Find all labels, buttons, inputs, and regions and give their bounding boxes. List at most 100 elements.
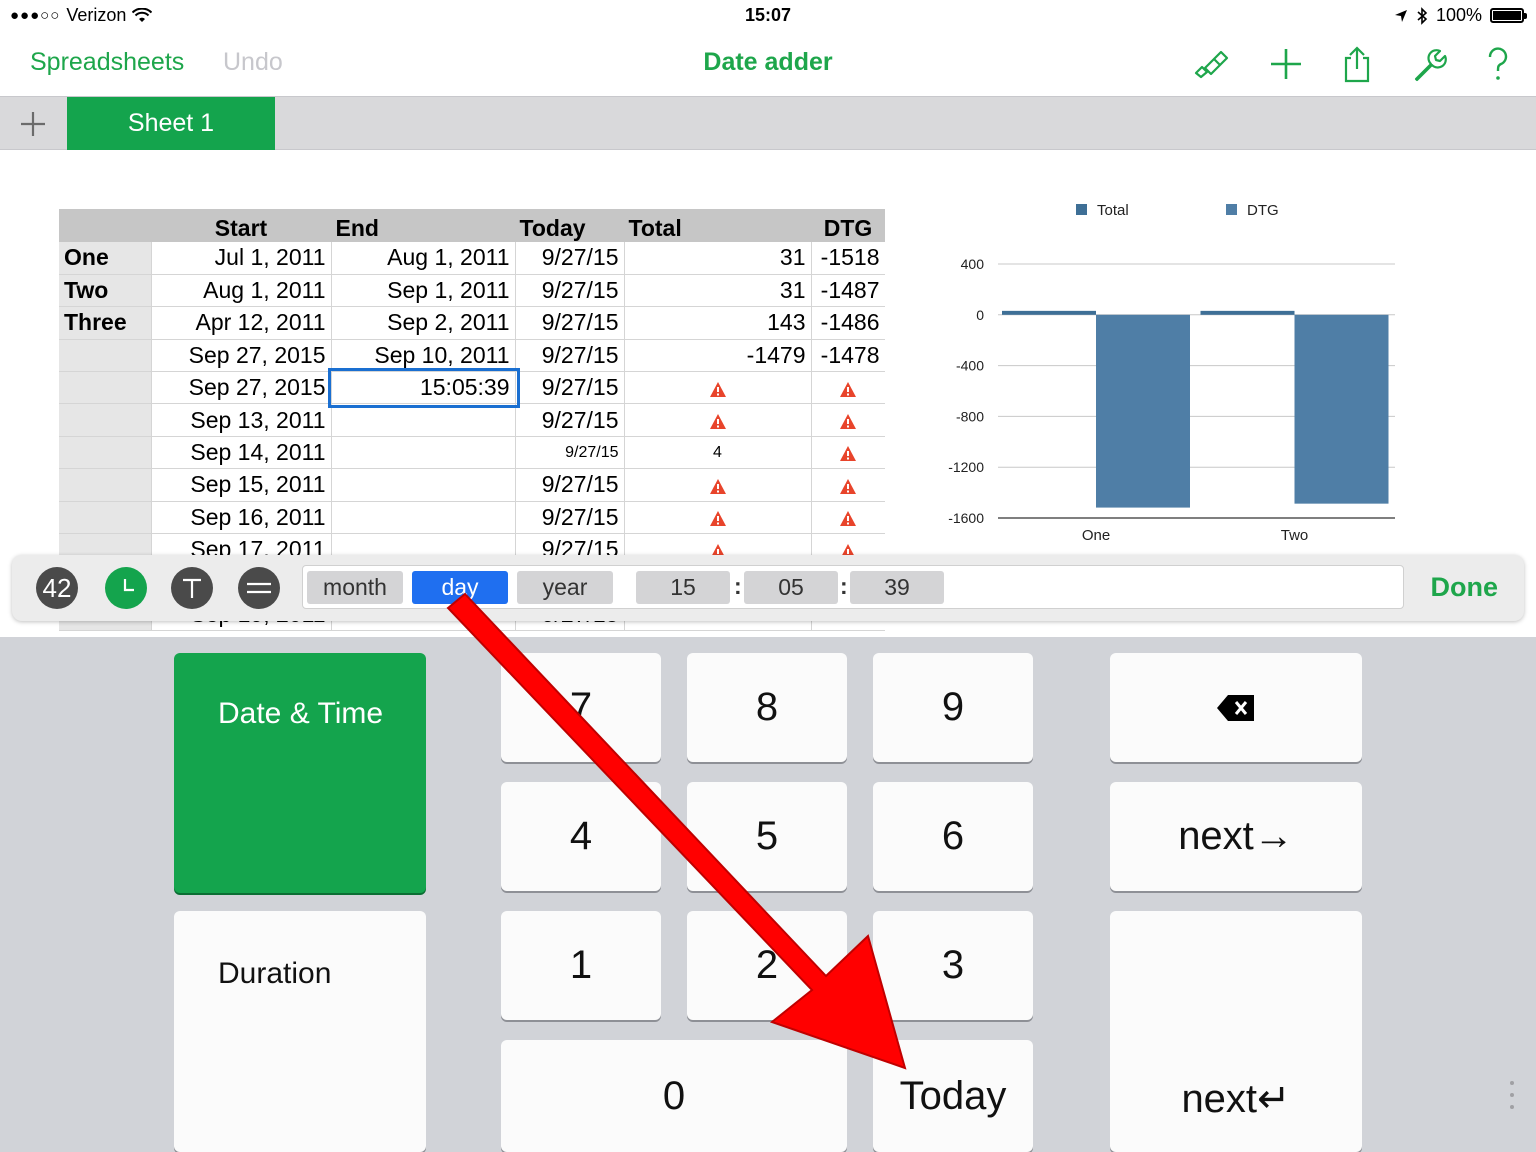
- second-token[interactable]: 39: [850, 571, 944, 604]
- formula-error-cell[interactable]: [624, 501, 812, 535]
- date-time-field[interactable]: month day year 15 : 05 : 39: [302, 565, 1404, 609]
- table-cell[interactable]: 9/27/15: [515, 371, 625, 405]
- table-cell[interactable]: [331, 403, 516, 437]
- formula-error-cell[interactable]: [624, 371, 812, 405]
- table-row[interactable]: Sep 27, 2015 Sep 10, 2011 9/27/15 -1479 -147…: [59, 339, 885, 373]
- formula-error-cell[interactable]: [811, 403, 885, 437]
- row-header-cell[interactable]: Three: [59, 306, 152, 340]
- row-header-cell[interactable]: [59, 436, 152, 470]
- hour-token[interactable]: 15: [636, 571, 730, 604]
- column-header[interactable]: [59, 209, 152, 242]
- row-header-cell[interactable]: [59, 339, 152, 373]
- table-cell[interactable]: -1486: [811, 306, 885, 340]
- bar-chart[interactable]: 400 0 -400 -800 -1200 -1600 One Two Total DTG: [930, 190, 1420, 560]
- today-key[interactable]: Today: [873, 1040, 1033, 1152]
- table-cell[interactable]: Sep 15, 2011: [151, 468, 332, 502]
- table-cell[interactable]: 9/27/15: [515, 306, 625, 340]
- table-cell[interactable]: Sep 14, 2011: [151, 436, 332, 470]
- key-9[interactable]: 9: [873, 653, 1033, 762]
- formula-error-cell[interactable]: [811, 436, 885, 470]
- table-cell[interactable]: 9/27/15: [515, 436, 625, 470]
- key-3[interactable]: 3: [873, 911, 1033, 1020]
- row-header-cell[interactable]: [59, 403, 152, 437]
- table-cell[interactable]: [331, 468, 516, 502]
- help-icon[interactable]: [1478, 44, 1518, 84]
- table-row[interactable]: Two Aug 1, 2011 Sep 1, 2011 9/27/15 31 -1487: [59, 274, 885, 308]
- tab-sheet-1[interactable]: Sheet 1: [67, 97, 275, 150]
- table-cell[interactable]: [331, 436, 516, 470]
- table-cell[interactable]: Sep 2, 2011: [331, 306, 516, 340]
- table-cell[interactable]: Aug 1, 2011: [151, 274, 332, 308]
- next-return-key[interactable]: next↵: [1110, 911, 1362, 1152]
- key-4[interactable]: 4: [501, 782, 661, 891]
- key-8[interactable]: 8: [687, 653, 847, 762]
- table-row[interactable]: Sep 13, 2011 9/27/15: [59, 403, 885, 437]
- table-cell[interactable]: 9/27/15: [515, 339, 625, 373]
- table-cell[interactable]: 143: [624, 306, 812, 340]
- key-6[interactable]: 6: [873, 782, 1033, 891]
- formula-error-cell[interactable]: [811, 501, 885, 535]
- table-row[interactable]: Sep 16, 2011 9/27/15: [59, 501, 885, 535]
- formula-format-button[interactable]: [238, 567, 280, 609]
- table-cell[interactable]: 9/27/15: [515, 242, 625, 275]
- key-2[interactable]: 2: [687, 911, 847, 1020]
- row-header-cell[interactable]: One: [59, 242, 152, 275]
- column-header[interactable]: DTG: [811, 209, 885, 242]
- row-header-cell[interactable]: [59, 468, 152, 502]
- table-cell[interactable]: 4: [624, 436, 812, 470]
- formula-error-cell[interactable]: [811, 468, 885, 502]
- wrench-icon[interactable]: [1408, 44, 1448, 84]
- table-cell[interactable]: 31: [624, 274, 812, 308]
- key-0[interactable]: 0: [501, 1040, 847, 1152]
- done-button[interactable]: Done: [1431, 572, 1499, 603]
- day-token[interactable]: day: [412, 571, 508, 604]
- text-format-button[interactable]: [171, 567, 213, 609]
- table-row[interactable]: Sep 15, 2011 9/27/15: [59, 468, 885, 502]
- year-token[interactable]: year: [517, 571, 613, 604]
- table-cell[interactable]: 9/27/15: [515, 468, 625, 502]
- row-header-cell[interactable]: Two: [59, 274, 152, 308]
- delete-key[interactable]: [1110, 653, 1362, 762]
- minute-token[interactable]: 05: [744, 571, 838, 604]
- table-cell[interactable]: Sep 27, 2015: [151, 339, 332, 373]
- key-5[interactable]: 5: [687, 782, 847, 891]
- table-cell[interactable]: 9/27/15: [515, 274, 625, 308]
- formula-error-cell[interactable]: [624, 468, 812, 502]
- table-cell[interactable]: Sep 16, 2011: [151, 501, 332, 535]
- plus-icon[interactable]: [1266, 44, 1306, 84]
- number-format-button[interactable]: 42: [36, 567, 78, 609]
- table-cell[interactable]: 9/27/15: [515, 501, 625, 535]
- table-cell[interactable]: 31: [624, 242, 812, 275]
- table-cell[interactable]: Sep 27, 2015: [151, 371, 332, 405]
- table-cell[interactable]: 9/27/15: [515, 403, 625, 437]
- key-7[interactable]: 7: [501, 653, 661, 762]
- table-cell[interactable]: 15:05:39: [331, 371, 516, 405]
- column-header[interactable]: Total: [624, 209, 812, 242]
- table-cell[interactable]: Aug 1, 2011: [331, 242, 516, 275]
- table-cell[interactable]: -1478: [811, 339, 885, 373]
- key-1[interactable]: 1: [501, 911, 661, 1020]
- table-cell[interactable]: Sep 13, 2011: [151, 403, 332, 437]
- column-header[interactable]: Today: [515, 209, 625, 242]
- table-row[interactable]: Sep 14, 2011 9/27/15 4: [59, 436, 885, 470]
- table-cell[interactable]: -1479: [624, 339, 812, 373]
- formula-error-cell[interactable]: [624, 403, 812, 437]
- row-header-cell[interactable]: [59, 371, 152, 405]
- table-cell[interactable]: -1518: [811, 242, 885, 275]
- row-header-cell[interactable]: [59, 501, 152, 535]
- month-token[interactable]: month: [307, 571, 403, 604]
- date-time-mode-key[interactable]: Date & Time: [174, 653, 426, 893]
- add-sheet-button[interactable]: [14, 109, 52, 139]
- table-cell[interactable]: [331, 501, 516, 535]
- paintbrush-icon[interactable]: [1190, 44, 1230, 84]
- formula-error-cell[interactable]: [811, 371, 885, 405]
- table-cell[interactable]: Sep 1, 2011: [331, 274, 516, 308]
- table-row[interactable]: Sep 27, 2015 15:05:39 9/27/15: [59, 371, 885, 405]
- duration-mode-key[interactable]: Duration: [174, 911, 426, 1152]
- column-header[interactable]: End: [331, 209, 516, 242]
- table-cell[interactable]: Jul 1, 2011: [151, 242, 332, 275]
- share-icon[interactable]: [1337, 44, 1377, 84]
- table-row[interactable]: Three Apr 12, 2011 Sep 2, 2011 9/27/15 143 -1…: [59, 306, 885, 340]
- keyboard-grip-icon[interactable]: [1510, 1080, 1514, 1110]
- datetime-format-button[interactable]: [105, 567, 147, 609]
